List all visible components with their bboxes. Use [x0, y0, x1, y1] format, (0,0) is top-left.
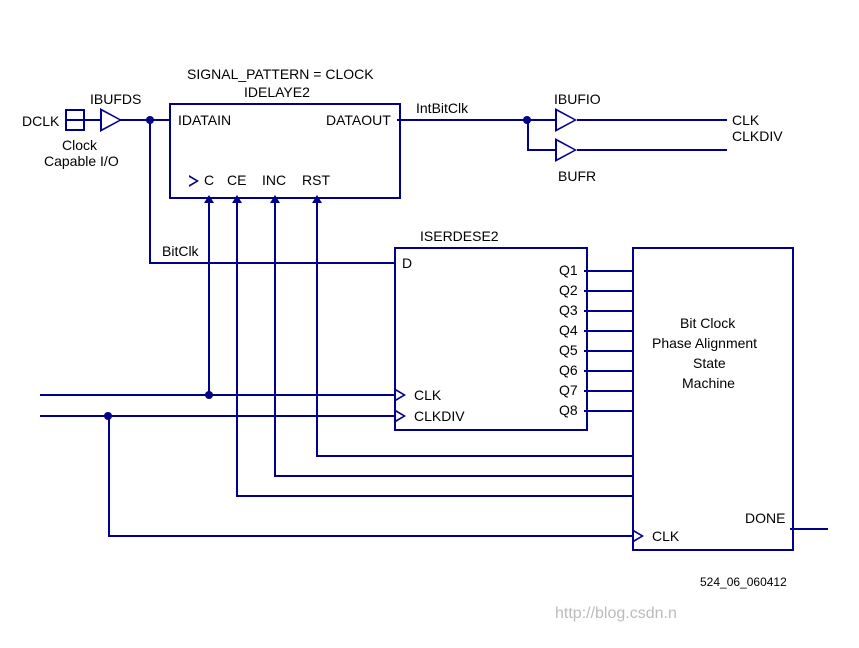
wire — [584, 390, 632, 392]
wire — [274, 197, 276, 477]
q5-port: Q5 — [559, 342, 578, 358]
state-machine-block — [632, 247, 794, 551]
done-wire — [790, 528, 828, 530]
sm-line2: Phase Alignment — [652, 335, 757, 351]
wire — [577, 149, 727, 151]
ibufds-label: IBUFDS — [90, 91, 141, 107]
clk-in-port: CLK — [414, 387, 441, 403]
watermark-url: http://blog.csdn.n — [555, 605, 677, 623]
sm-clk-label: CLK — [652, 528, 679, 544]
q2-port: Q2 — [559, 282, 578, 298]
wire — [527, 119, 555, 121]
clock-io-2: Capable I/O — [44, 153, 119, 169]
clock-io-1: Clock — [62, 137, 97, 153]
wire — [584, 330, 632, 332]
idelay-c-clkedge — [189, 175, 199, 187]
figure-ref: 524_06_060412 — [700, 575, 787, 589]
wire — [208, 197, 210, 395]
wire — [527, 149, 555, 151]
ibufio-buffer-icon — [555, 108, 577, 132]
wire — [397, 119, 527, 121]
wire — [584, 310, 632, 312]
q1-port: Q1 — [559, 262, 578, 278]
c-port: C — [204, 172, 214, 188]
q7-port: Q7 — [559, 382, 578, 398]
wire — [149, 120, 151, 263]
clkdiv-in-port: CLKDIV — [414, 408, 465, 424]
sm-line4: Machine — [682, 375, 735, 391]
iserdese2-title: ISERDESE2 — [420, 228, 499, 244]
clkdiv-out-label: CLKDIV — [732, 128, 783, 144]
q8-port: Q8 — [559, 402, 578, 418]
wire — [236, 495, 632, 497]
ibufds-buffer-icon — [100, 108, 122, 132]
sm-line3: State — [693, 355, 726, 371]
bufr-buffer-icon — [555, 138, 577, 162]
d-port: D — [402, 255, 412, 271]
signal-pattern-text: SIGNAL_PATTERN = CLOCK — [187, 66, 374, 82]
wire — [584, 370, 632, 372]
wire — [108, 535, 632, 537]
bufr-label: BUFR — [558, 168, 596, 184]
wire — [274, 475, 632, 477]
wire — [236, 197, 238, 497]
arrow — [270, 195, 280, 203]
iserdes-clkdiv-edge — [396, 410, 406, 422]
done-label: DONE — [745, 510, 785, 526]
ce-port: CE — [227, 172, 246, 188]
iserdes-clk-edge — [396, 389, 406, 401]
ibufio-label: IBUFIO — [554, 91, 601, 107]
wire — [584, 290, 632, 292]
node-c-tap — [205, 391, 213, 399]
q4-port: Q4 — [559, 322, 578, 338]
sm-clk-edge — [634, 530, 644, 542]
wire — [149, 262, 394, 264]
wire — [108, 415, 110, 535]
q3-port: Q3 — [559, 302, 578, 318]
idelaye2-title: IDELAYE2 — [244, 84, 310, 100]
wire — [584, 350, 632, 352]
sm-line1: Bit Clock — [680, 315, 735, 331]
rst-port: RST — [302, 172, 330, 188]
arrow — [232, 195, 242, 203]
arrow — [312, 195, 322, 203]
wire — [527, 119, 529, 150]
wire — [40, 394, 394, 396]
wire — [120, 119, 169, 121]
dclk-label: DCLK — [22, 113, 59, 129]
wire — [577, 119, 727, 121]
dataout-port: DATAOUT — [326, 112, 391, 128]
wire — [40, 415, 394, 417]
wire — [584, 410, 632, 412]
bitclk-label: BitClk — [162, 243, 199, 259]
wire — [85, 119, 100, 121]
inc-port: INC — [262, 172, 286, 188]
idatain-port: IDATAIN — [178, 112, 231, 128]
clk-out-label: CLK — [732, 112, 759, 128]
wire — [584, 270, 632, 272]
intbitclk-label: IntBitClk — [416, 100, 468, 116]
q6-port: Q6 — [559, 362, 578, 378]
wire — [316, 197, 318, 457]
arrow — [204, 195, 214, 203]
wire — [316, 455, 632, 457]
